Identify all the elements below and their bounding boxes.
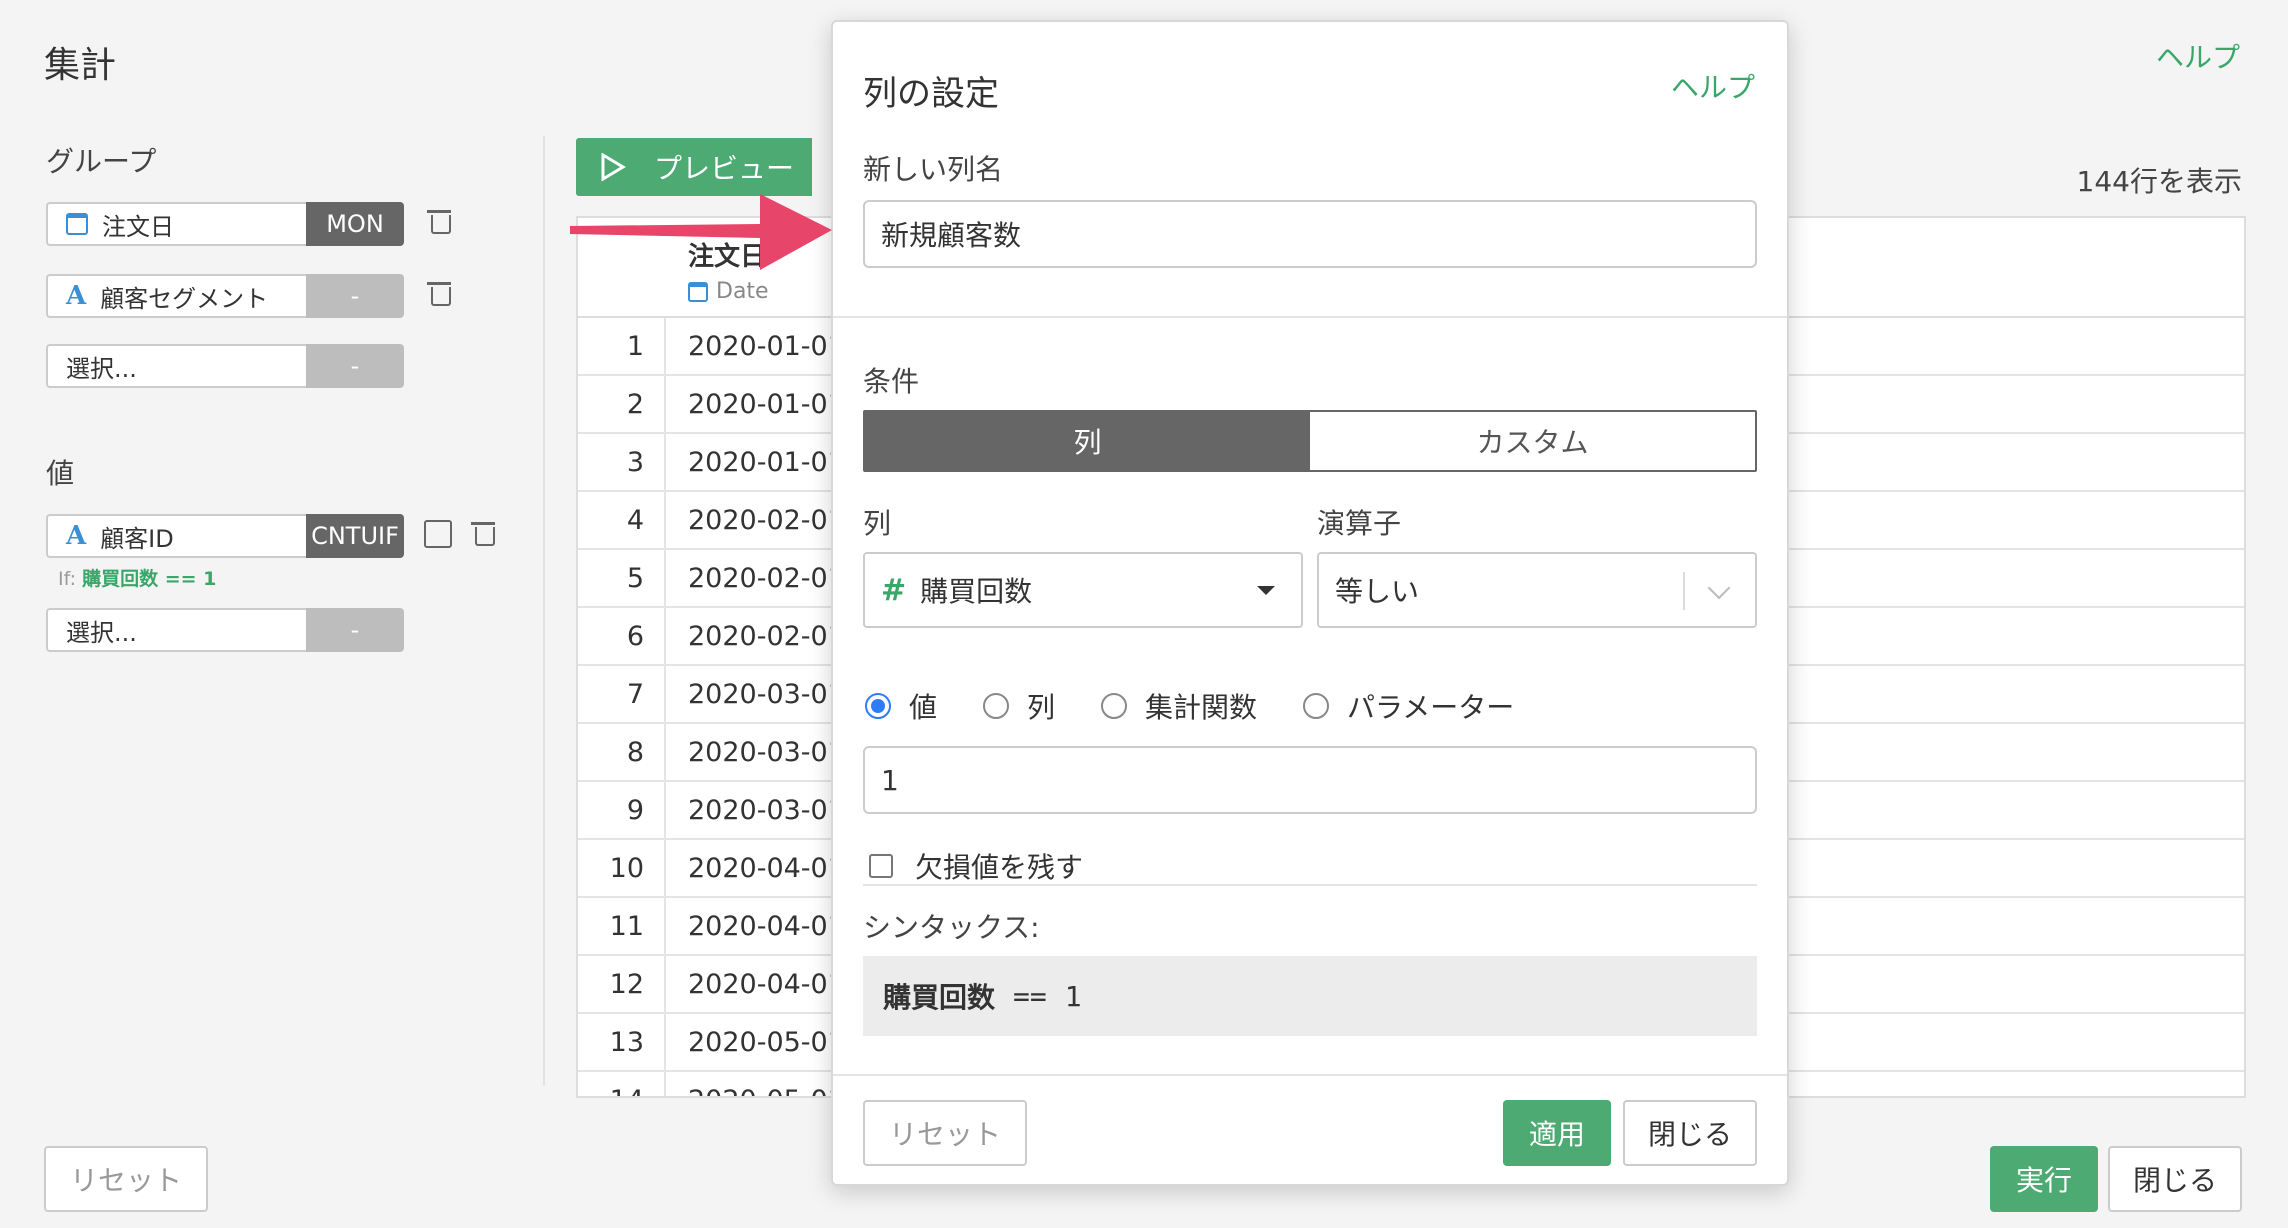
cell-order-date: 2020-03-01 bbox=[688, 736, 845, 768]
page-title: 集計 bbox=[44, 45, 117, 86]
cell-order-date: 2020-04-01 bbox=[688, 910, 845, 942]
new-column-name-input[interactable]: 新規顧客数 bbox=[863, 200, 1757, 268]
radio-aggregate[interactable]: 集計関数 bbox=[1101, 686, 1257, 726]
syntax-label: シンタックス: bbox=[863, 911, 1040, 944]
field-select[interactable]: 選択... bbox=[46, 608, 306, 652]
row-number: 7 bbox=[578, 666, 666, 722]
field-name: 顧客ID bbox=[100, 524, 174, 553]
dialog-title: 列の設定 bbox=[863, 74, 999, 114]
select-separator bbox=[1683, 572, 1685, 610]
reset-button[interactable]: リセット bbox=[44, 1146, 208, 1212]
group-section-label: グループ bbox=[46, 145, 157, 178]
value-input[interactable]: 1 bbox=[863, 746, 1757, 814]
group-field-segment[interactable]: A 顧客セグメント - bbox=[46, 274, 404, 318]
row-number: 4 bbox=[578, 492, 666, 548]
condition-type-toggle: 列 カスタム bbox=[863, 410, 1757, 472]
tab-column[interactable]: 列 bbox=[865, 412, 1310, 470]
apply-button[interactable]: 適用 bbox=[1503, 1100, 1611, 1166]
column-select[interactable]: # 購買回数 bbox=[863, 552, 1303, 628]
caret-down-icon bbox=[1257, 586, 1275, 595]
cell-order-date: 2020-04-01 bbox=[688, 968, 845, 1000]
row-number: 12 bbox=[578, 956, 666, 1012]
divider bbox=[833, 1074, 1787, 1076]
row-number: 13 bbox=[578, 1014, 666, 1070]
keep-na-checkbox[interactable]: 欠損値を残す bbox=[869, 846, 1083, 886]
field-name: 注文日 bbox=[102, 212, 174, 241]
panel-divider bbox=[543, 136, 545, 1086]
operator-label: 演算子 bbox=[1317, 507, 1402, 540]
field-function-tag[interactable]: - bbox=[306, 608, 404, 652]
row-number: 5 bbox=[578, 550, 666, 606]
row-number: 11 bbox=[578, 898, 666, 954]
cell-order-date: 2020-02-01 bbox=[688, 620, 845, 652]
column-label: 列 bbox=[863, 507, 892, 540]
cell-order-date: 2020-05-01 bbox=[666, 1085, 845, 1097]
operator-select[interactable]: 等しい bbox=[1317, 552, 1757, 628]
syntax-preview: 購買回数 == 1 bbox=[863, 956, 1757, 1036]
tab-custom[interactable]: カスタム bbox=[1310, 412, 1755, 470]
close-button[interactable]: 閉じる bbox=[2108, 1146, 2242, 1212]
value-source-radio-group: 値 列 集計関数 パラメーター bbox=[865, 686, 1560, 726]
cell-order-date: 2020-04-01 bbox=[688, 852, 845, 884]
edit-icon[interactable] bbox=[424, 520, 452, 548]
trash-icon[interactable] bbox=[427, 208, 451, 234]
value-field-select[interactable]: 選択... - bbox=[46, 608, 404, 652]
row-number: 1 bbox=[578, 318, 666, 374]
text-type-icon: A bbox=[66, 521, 87, 551]
annotation-arrow-icon bbox=[570, 194, 832, 270]
number-type-icon: # bbox=[881, 572, 907, 608]
text-type-icon: A bbox=[66, 281, 87, 311]
row-number: 8 bbox=[578, 724, 666, 780]
cell-order-date: 2020-05-01 bbox=[688, 1026, 845, 1058]
field-function-tag[interactable]: - bbox=[306, 344, 404, 388]
divider bbox=[833, 316, 1787, 318]
column-settings-dialog: 列の設定 ヘルプ 新しい列名 新規顧客数 条件 列 カスタム 列 演算子 # 購… bbox=[831, 20, 1789, 1186]
value-condition: If: 購買回数 == 1 bbox=[58, 568, 217, 590]
row-number: 6 bbox=[578, 608, 666, 664]
divider bbox=[863, 884, 1757, 886]
field-function-tag[interactable]: MON bbox=[306, 202, 404, 246]
group-field-order-date[interactable]: 注文日 MON bbox=[46, 202, 404, 246]
row-number: 9 bbox=[578, 782, 666, 838]
trash-icon[interactable] bbox=[427, 280, 451, 306]
field-name: 顧客セグメント bbox=[100, 284, 269, 313]
help-link[interactable]: ヘルプ bbox=[2156, 36, 2240, 76]
dialog-help-link[interactable]: ヘルプ bbox=[1671, 66, 1755, 106]
run-button[interactable]: 実行 bbox=[1990, 1146, 2098, 1212]
radio-column[interactable]: 列 bbox=[983, 686, 1055, 726]
group-field-select[interactable]: 選択... - bbox=[46, 344, 404, 388]
cell-order-date: 2020-03-01 bbox=[688, 794, 845, 826]
cell-order-date: 2020-01-01 bbox=[688, 388, 845, 420]
row-count: 144行を表示 bbox=[2076, 165, 2242, 198]
row-number: 14 bbox=[578, 1072, 666, 1096]
cell-order-date: 2020-02-01 bbox=[688, 504, 845, 536]
trash-icon[interactable] bbox=[471, 520, 495, 546]
row-number: 2 bbox=[578, 376, 666, 432]
value-field-customer-id[interactable]: A 顧客ID CNTUIF bbox=[46, 514, 404, 558]
field-select[interactable]: 選択... bbox=[46, 344, 306, 388]
dialog-close-button[interactable]: 閉じる bbox=[1623, 1100, 1757, 1166]
calendar-icon bbox=[66, 213, 88, 235]
dialog-reset-button[interactable]: リセット bbox=[863, 1100, 1027, 1166]
condition-label: 条件 bbox=[863, 365, 920, 398]
row-number: 3 bbox=[578, 434, 666, 490]
cell-order-date: 2020-02-01 bbox=[688, 562, 845, 594]
field-function-tag[interactable]: CNTUIF bbox=[306, 514, 404, 558]
radio-value[interactable]: 値 bbox=[865, 686, 937, 726]
cell-order-date: 2020-01-01 bbox=[688, 330, 845, 362]
field-function-tag[interactable]: - bbox=[306, 274, 404, 318]
chevron-down-icon bbox=[1707, 576, 1731, 600]
new-column-name-label: 新しい列名 bbox=[863, 153, 1004, 186]
radio-parameter[interactable]: パラメーター bbox=[1303, 686, 1514, 726]
cell-order-date: 2020-01-01 bbox=[688, 446, 845, 478]
row-number: 10 bbox=[578, 840, 666, 896]
value-section-label: 値 bbox=[46, 457, 75, 490]
cell-order-date: 2020-03-01 bbox=[688, 678, 845, 710]
